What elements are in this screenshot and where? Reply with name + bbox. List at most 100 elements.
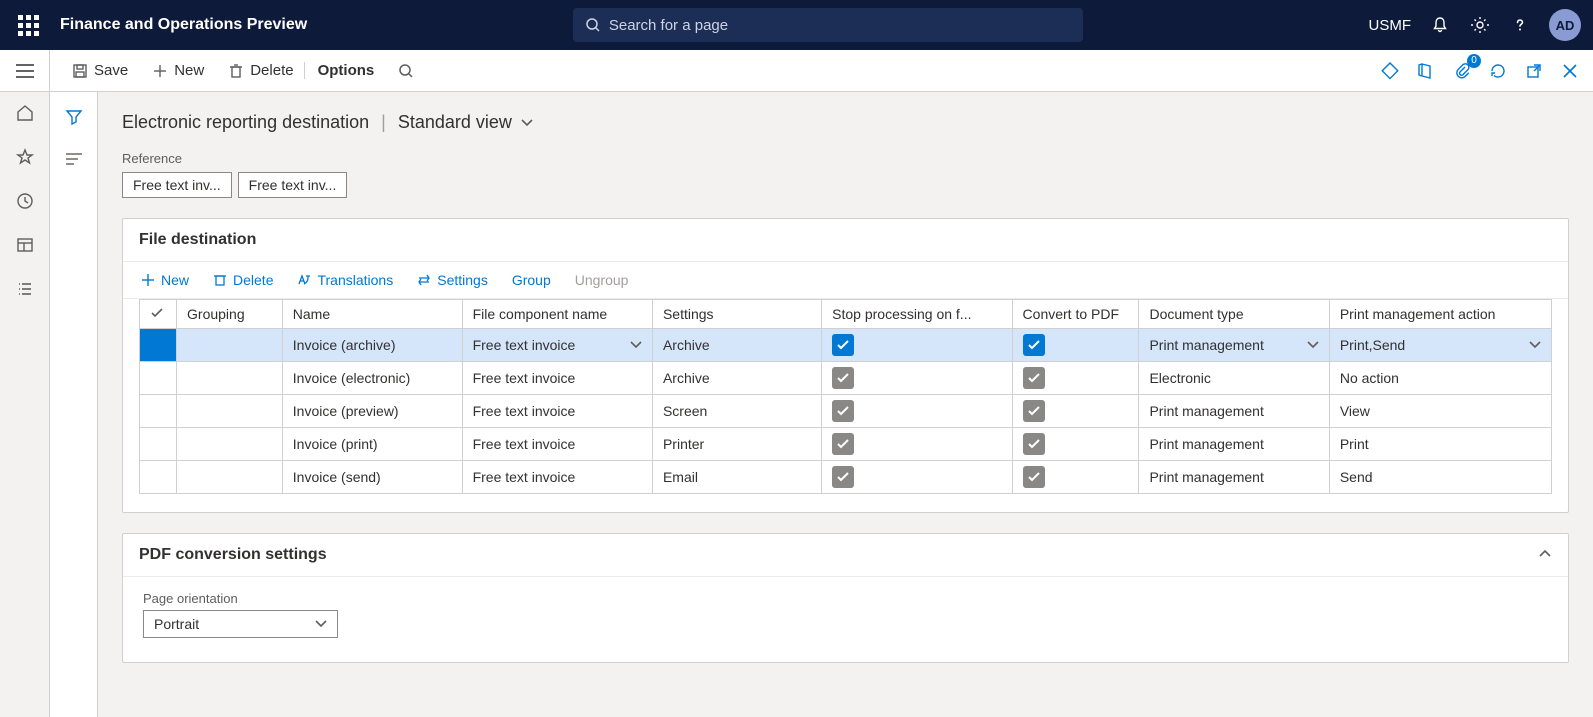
col-stop[interactable]: Stop processing on f... [822, 300, 1012, 329]
cell-name[interactable]: Invoice (send) [282, 461, 462, 494]
help-icon[interactable] [1509, 14, 1531, 36]
checkbox[interactable] [832, 334, 854, 356]
cell-convert[interactable] [1012, 329, 1139, 362]
col-name[interactable]: Name [282, 300, 462, 329]
cell-file-component[interactable]: Free text invoice [462, 395, 652, 428]
checkbox[interactable] [1023, 400, 1045, 422]
cell-name[interactable]: Invoice (preview) [282, 395, 462, 428]
col-convert[interactable]: Convert to PDF [1012, 300, 1139, 329]
cell-convert[interactable] [1012, 362, 1139, 395]
cell-doctype[interactable]: Print management [1139, 395, 1329, 428]
clock-icon[interactable] [14, 190, 36, 212]
checkbox[interactable] [1023, 466, 1045, 488]
cell-grouping[interactable] [177, 329, 283, 362]
save-button[interactable]: Save [62, 56, 138, 85]
diamond-icon[interactable] [1379, 60, 1401, 82]
cell-settings[interactable]: Email [652, 461, 821, 494]
table-row[interactable]: Invoice (print)Free text invoicePrinter P… [140, 428, 1552, 461]
checkbox[interactable] [832, 433, 854, 455]
cell-pma[interactable]: No action [1329, 362, 1551, 395]
col-file-component[interactable]: File component name [462, 300, 652, 329]
attachments-button[interactable]: 0 [1451, 60, 1473, 82]
new-button[interactable]: New [142, 56, 214, 85]
cell-grouping[interactable] [177, 428, 283, 461]
checkbox[interactable] [832, 400, 854, 422]
col-doctype[interactable]: Document type [1139, 300, 1329, 329]
cell-pma[interactable]: Print [1329, 428, 1551, 461]
table-row[interactable]: Invoice (archive)Free text invoiceArchiv… [140, 329, 1552, 362]
cell-pma[interactable]: View [1329, 395, 1551, 428]
checkbox[interactable] [832, 466, 854, 488]
row-selector[interactable] [140, 329, 177, 362]
cell-convert[interactable] [1012, 395, 1139, 428]
cell-file-component[interactable]: Free text invoice [462, 461, 652, 494]
cell-settings[interactable]: Archive [652, 362, 821, 395]
row-selector[interactable] [140, 395, 177, 428]
cell-stop[interactable] [822, 428, 1012, 461]
table-row[interactable]: Invoice (preview)Free text invoiceScreen… [140, 395, 1552, 428]
options-button[interactable]: Options [308, 56, 385, 85]
cell-file-component[interactable]: Free text invoice [462, 362, 652, 395]
col-grouping[interactable]: Grouping [177, 300, 283, 329]
cell-settings[interactable]: Archive [652, 329, 821, 362]
close-icon[interactable] [1559, 60, 1581, 82]
reference-pill-2[interactable]: Free text inv... [238, 172, 348, 198]
pdf-conversion-header[interactable]: PDF conversion settings [123, 534, 1568, 577]
cell-doctype[interactable]: Print management [1139, 329, 1329, 362]
grid-group-button[interactable]: Group [502, 268, 561, 292]
cell-grouping[interactable] [177, 395, 283, 428]
cell-stop[interactable] [822, 329, 1012, 362]
cell-stop[interactable] [822, 362, 1012, 395]
bell-icon[interactable] [1429, 14, 1451, 36]
table-row[interactable]: Invoice (send)Free text invoiceEmailPrin… [140, 461, 1552, 494]
cell-doctype[interactable]: Electronic [1139, 362, 1329, 395]
hamburger-menu[interactable] [0, 50, 50, 92]
cell-stop[interactable] [822, 395, 1012, 428]
cell-convert[interactable] [1012, 461, 1139, 494]
home-icon[interactable] [14, 102, 36, 124]
checkbox[interactable] [1023, 367, 1045, 389]
col-pma[interactable]: Print management action [1329, 300, 1551, 329]
refresh-icon[interactable] [1487, 60, 1509, 82]
cell-settings[interactable]: Printer [652, 428, 821, 461]
cell-name[interactable]: Invoice (electronic) [282, 362, 462, 395]
chevron-up-icon[interactable] [1538, 546, 1552, 564]
cell-settings[interactable]: Screen [652, 395, 821, 428]
checkbox[interactable] [832, 367, 854, 389]
workspace-icon[interactable] [14, 234, 36, 256]
cell-name[interactable]: Invoice (print) [282, 428, 462, 461]
row-selector[interactable] [140, 362, 177, 395]
grid-delete-button[interactable]: Delete [203, 268, 283, 292]
cell-doctype[interactable]: Print management [1139, 428, 1329, 461]
orientation-select[interactable]: Portrait [143, 610, 338, 638]
grid-new-button[interactable]: New [131, 268, 199, 292]
avatar[interactable]: AD [1549, 9, 1581, 41]
col-select[interactable] [140, 300, 177, 329]
cell-grouping[interactable] [177, 461, 283, 494]
cell-name[interactable]: Invoice (archive) [282, 329, 462, 362]
col-settings[interactable]: Settings [652, 300, 821, 329]
row-selector[interactable] [140, 461, 177, 494]
cell-pma[interactable]: Print,Send [1329, 329, 1551, 362]
delete-button[interactable]: Delete [218, 56, 303, 85]
grid-translations-button[interactable]: Translations [287, 268, 403, 292]
search-box[interactable]: Search for a page [573, 8, 1083, 42]
reference-pill-1[interactable]: Free text inv... [122, 172, 232, 198]
checkbox[interactable] [1023, 334, 1045, 356]
toolbar-search[interactable] [388, 57, 424, 85]
popout-icon[interactable] [1523, 60, 1545, 82]
row-selector[interactable] [140, 428, 177, 461]
checkbox[interactable] [1023, 433, 1045, 455]
star-icon[interactable] [14, 146, 36, 168]
funnel-icon[interactable] [63, 106, 85, 128]
cell-stop[interactable] [822, 461, 1012, 494]
cell-pma[interactable]: Send [1329, 461, 1551, 494]
entity-label[interactable]: USMF [1369, 17, 1412, 34]
gear-icon[interactable] [1469, 14, 1491, 36]
lines-icon[interactable] [63, 148, 85, 170]
office-icon[interactable] [1415, 60, 1437, 82]
modules-icon[interactable] [14, 278, 36, 300]
view-selector[interactable]: Standard view [398, 112, 534, 133]
cell-file-component[interactable]: Free text invoice [462, 428, 652, 461]
grid-settings-button[interactable]: Settings [407, 268, 498, 292]
